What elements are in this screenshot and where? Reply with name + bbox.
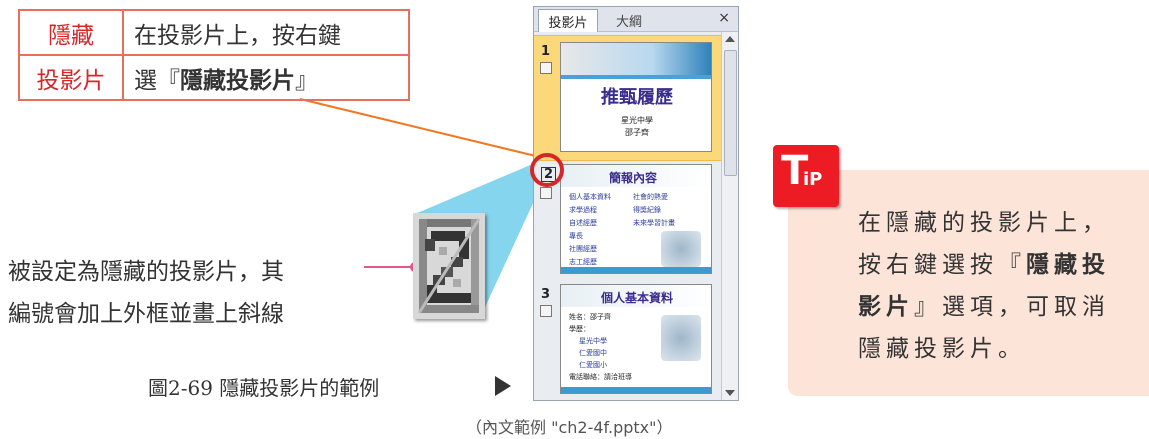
slide-2-item: 個人基本資料: [569, 193, 611, 201]
slide-number-3: 3: [541, 287, 551, 302]
info-row-1: 隱藏 在投影片上，按右鍵: [20, 11, 408, 56]
transition-icon: [540, 187, 552, 199]
slide-2-item: 自述經歷: [569, 219, 597, 227]
slide-number-1: 1: [541, 44, 551, 59]
slide-2-footer-band: [561, 267, 711, 273]
info-desc-2: 選『 隱藏投影片』: [124, 56, 408, 99]
slide-thumbnail-2[interactable]: 簡報內容 個人基本資料 求學過程 自述經歷 專長 社團經歷 志工經歷 社會的熱愛…: [560, 164, 712, 274]
slide-3-item: 仁愛國中: [579, 349, 607, 357]
info-row-2: 投影片 選『 隱藏投影片』: [20, 56, 408, 99]
slide-1-sub-1: 星光中學: [621, 116, 653, 125]
panel-scrollbar[interactable]: [721, 32, 738, 400]
info-label-2: 投影片: [20, 56, 124, 99]
slide-2-item: 未來學習計畫: [633, 219, 675, 227]
slides-panel: 投影片 大綱 × 1 推甄履歷 星光中學 邵子齊 2 簡報內容 個人基本資料 求…: [533, 6, 739, 401]
slide-3-footer-band: [561, 387, 711, 393]
slide-2-item: 求學過程: [569, 206, 597, 214]
scroll-down-icon[interactable]: [725, 390, 735, 396]
info-desc-1: 在投影片上，按右鍵: [134, 22, 341, 49]
slide-2-item: 社會的熱愛: [633, 193, 668, 201]
slide-2-list-right: 社會的熱愛 得獎紀錄 未來學習計畫: [633, 191, 675, 230]
source-note: （內文範例 "ch2-4f.pptx"）: [466, 418, 673, 437]
slide-row-2[interactable]: 2 簡報內容 個人基本資料 求學過程 自述經歷 專長 社團經歷 志工經歷 社會的…: [534, 161, 722, 279]
slide-2-title: 簡報內容: [609, 171, 658, 185]
close-icon[interactable]: ×: [718, 10, 730, 26]
slide-3-title: 個人基本資料: [601, 291, 674, 305]
slide-thumbnail-3[interactable]: 個人基本資料 姓名：邵子齊 學歷： 星光中學 仁愛國中 仁愛國小 電話聯絡：請洽…: [560, 284, 712, 394]
slide-3-image: [661, 315, 701, 361]
slide-2-list-left: 個人基本資料 求學過程 自述經歷 專長 社團經歷 志工經歷: [569, 191, 611, 269]
tip-line-3: 影片』選項，可取消: [858, 287, 1110, 321]
tip-line-2-bold: 隱藏投: [1026, 252, 1110, 278]
info-table: 隱藏 在投影片上，按右鍵 投影片 選『 隱藏投影片』: [18, 9, 410, 101]
tip-line-4: 隱藏投影片。: [858, 336, 1026, 362]
slide-1-sub-2: 邵子齊: [625, 128, 649, 137]
note-line-2: 編號會加上外框並畫上斜線: [8, 301, 284, 327]
tip-line-2-pre: 按右鍵選按『: [858, 252, 1026, 278]
orange-connector-line: [299, 98, 545, 159]
slide-1-title: 推甄履歷: [601, 87, 673, 108]
tip-line-3-post: 』選項，可取消: [914, 294, 1110, 320]
slide-2-item: 得獎紀錄: [633, 206, 661, 214]
slide-3-item: 學歷：: [569, 325, 590, 333]
tab-outline[interactable]: 大綱: [604, 9, 654, 31]
slide-1-header-band: [561, 43, 711, 75]
slide-thumbnail-1[interactable]: 推甄履歷 星光中學 邵子齊: [560, 42, 712, 152]
tab-slides[interactable]: 投影片: [538, 9, 598, 32]
page: 隱藏 在投影片上，按右鍵 投影片 選『 隱藏投影片』 被設定為隱藏的投影片，其 編…: [0, 0, 1149, 439]
transition-icon: [540, 305, 552, 317]
info-desc-2-bold: 隱藏投影片: [180, 67, 295, 94]
info-label-1: 隱藏: [20, 11, 124, 54]
slide-2-item: 專長: [569, 232, 583, 240]
slide-3-item: 星光中學: [579, 337, 607, 345]
pixel-number-two-icon: [413, 213, 485, 319]
slide-3-item: 仁愛國小: [579, 361, 607, 369]
tip-line-2: 按右鍵選按『隱藏投: [858, 245, 1110, 279]
figure-caption: 圖2-69 隱藏投影片的範例: [148, 376, 380, 400]
transition-icon: [540, 62, 552, 74]
scroll-up-icon[interactable]: [725, 36, 735, 42]
zoomed-slide-number: [413, 213, 485, 319]
tip-line-3-bold: 影片: [858, 294, 914, 320]
slide-row-3[interactable]: 3 個人基本資料 姓名：邵子齊 學歷： 星光中學 仁愛國中 仁愛國小 電話聯絡：…: [534, 281, 722, 399]
tip-icon-small: iP: [803, 169, 823, 190]
tip-icon: T iP: [773, 145, 839, 207]
panel-tabs: 投影片 大綱 ×: [534, 7, 738, 32]
slide-3-item: 姓名：邵子齊: [569, 313, 611, 321]
info-desc-2-post: 』: [295, 67, 318, 94]
caption-arrow-icon: [495, 376, 511, 396]
slide-3-item: 電話聯絡：請洽班導: [569, 373, 632, 381]
tip-line-1: 在隱藏的投影片上，: [858, 210, 1110, 236]
slide-2-item: 社團經歷: [569, 245, 597, 253]
highlight-circle: [530, 153, 564, 187]
scroll-thumb[interactable]: [724, 50, 737, 176]
info-desc-2-pre: 選『: [134, 67, 180, 94]
note-line-1: 被設定為隱藏的投影片，其: [8, 259, 284, 285]
slide-3-list: 姓名：邵子齊 學歷： 星光中學 仁愛國中 仁愛國小 電話聯絡：請洽班導: [569, 311, 632, 383]
slide-row-1[interactable]: 1 推甄履歷 星光中學 邵子齊: [534, 35, 722, 161]
slide-2-image: [661, 231, 701, 267]
slide-1-header-rule: [561, 75, 711, 79]
